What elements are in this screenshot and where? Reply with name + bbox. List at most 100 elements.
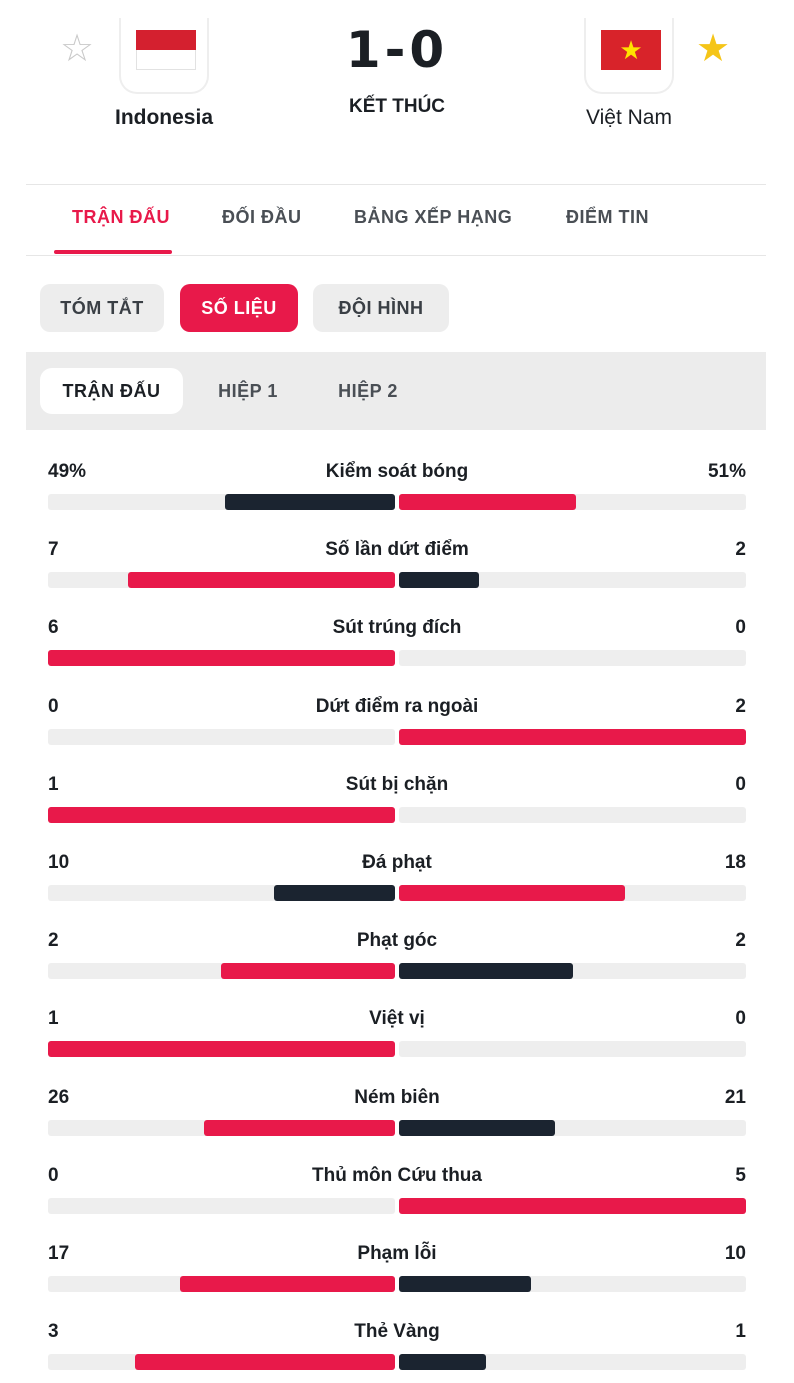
stat-away-bar (399, 1354, 486, 1370)
stat-home-track (48, 572, 395, 588)
stat-away-track (399, 807, 746, 823)
stat-away-track (399, 729, 746, 745)
stat-away-value: 21 (724, 1087, 746, 1108)
stat-label: Việt vị (369, 1008, 425, 1029)
stat-home-track (48, 1276, 395, 1292)
subtab-doi-hinh[interactable]: ĐỘI HÌNH (313, 284, 449, 332)
stat-label: Phạt góc (356, 930, 438, 951)
away-team-logo[interactable]: ★ (584, 18, 674, 94)
stat-away-bar (399, 729, 746, 745)
stat-home-track (48, 963, 395, 979)
stat-away-value: 5 (735, 1165, 746, 1186)
stat-away-bar (399, 572, 479, 588)
home-team-name[interactable]: Indonesia (64, 106, 264, 130)
stat-row: 1 Việt vị 0 (48, 997, 746, 1075)
stat-row: 0 Dứt điểm ra ngoài 2 (48, 685, 746, 763)
stat-away-value: 2 (735, 696, 746, 717)
stat-away-value: 10 (724, 1243, 746, 1264)
indonesia-flag-icon (136, 30, 196, 70)
stat-home-value: 0 (48, 696, 59, 717)
match-status: KẾT THÚC (348, 96, 446, 117)
stat-home-track (48, 1120, 395, 1136)
tab-diem-tin[interactable]: ĐIỂM TIN (566, 207, 649, 228)
match-score: 1-0 (345, 21, 449, 79)
stat-home-value: 26 (48, 1087, 70, 1108)
stat-home-bar (128, 572, 395, 588)
stat-row: 0 Thủ môn Cứu thua 5 (48, 1154, 746, 1232)
stat-home-value: 2 (48, 930, 59, 951)
stat-home-track (48, 729, 395, 745)
tab-bang-xep-hang[interactable]: BẢNG XẾP HẠNG (354, 207, 512, 228)
stat-away-value: 1 (735, 1321, 746, 1342)
stat-home-value: 1 (48, 1008, 59, 1029)
stat-away-track (399, 1276, 746, 1292)
stat-home-bar (135, 1354, 395, 1370)
stat-label: Sút trúng đích (332, 617, 462, 638)
stat-away-track (399, 1120, 746, 1136)
period-tab-hiep-1[interactable]: HIỆP 1 (198, 368, 298, 414)
stat-row: 3 Thẻ Vàng 1 (48, 1310, 746, 1383)
stat-away-value: 2 (735, 930, 746, 951)
tab-tran-dau[interactable]: TRẬN ĐẤU (72, 207, 170, 228)
stat-home-track (48, 1198, 395, 1214)
stat-away-track (399, 494, 746, 510)
stat-home-track (48, 650, 395, 666)
stat-home-value: 1 (48, 774, 59, 795)
stat-row: 26 Ném biên 21 (48, 1076, 746, 1154)
star-outline-icon[interactable]: ☆ (60, 30, 94, 68)
stat-row: 49% Kiểm soát bóng 51% (48, 450, 746, 528)
home-team-logo[interactable] (119, 18, 209, 94)
period-selector: TRẬN ĐẤU HIỆP 1 HIỆP 2 (26, 352, 766, 430)
stat-away-track (399, 1198, 746, 1214)
tabs-divider (26, 255, 766, 256)
stat-home-bar (48, 650, 395, 666)
stat-label: Kiểm soát bóng (325, 461, 469, 482)
stat-away-value: 2 (735, 539, 746, 560)
stat-home-track (48, 1041, 395, 1057)
stat-away-value: 0 (735, 1008, 746, 1029)
stat-home-value: 17 (48, 1243, 70, 1264)
stat-away-track (399, 572, 746, 588)
stat-label: Dứt điểm ra ngoài (315, 696, 479, 717)
stat-row: 17 Phạm lỗi 10 (48, 1232, 746, 1310)
stat-away-track (399, 1041, 746, 1057)
stat-away-bar (399, 494, 576, 510)
stat-home-bar (48, 1041, 395, 1057)
stat-away-bar (399, 1120, 555, 1136)
stat-away-value: 0 (735, 774, 746, 795)
stat-home-value: 10 (48, 852, 70, 873)
stat-home-track (48, 885, 395, 901)
stat-away-track (399, 885, 746, 901)
active-tab-indicator (54, 250, 172, 254)
stat-label: Ném biên (354, 1087, 440, 1108)
stat-row: 10 Đá phạt 18 (48, 841, 746, 919)
stat-away-track (399, 963, 746, 979)
subtab-tom-tat[interactable]: TÓM TẮT (40, 284, 164, 332)
stat-away-bar (399, 1198, 746, 1214)
stat-home-track (48, 1354, 395, 1370)
stat-home-bar (221, 963, 395, 979)
stat-row: 6 Sút trúng đích 0 (48, 606, 746, 684)
period-tab-tran-dau[interactable]: TRẬN ĐẤU (40, 368, 183, 414)
star-filled-icon[interactable]: ★ (696, 30, 730, 68)
subtab-so-lieu[interactable]: SỐ LIỆU (180, 284, 298, 332)
stat-label: Thẻ Vàng (354, 1321, 440, 1342)
stat-away-bar (399, 885, 625, 901)
tab-doi-dau[interactable]: ĐỐI ĐẦU (222, 207, 302, 228)
stat-home-value: 3 (48, 1321, 59, 1342)
stat-home-value: 49% (48, 461, 87, 482)
stat-away-value: 18 (724, 852, 746, 873)
stat-home-value: 0 (48, 1165, 59, 1186)
away-team-name[interactable]: Việt Nam (529, 106, 729, 130)
stat-row: 2 Phạt góc 2 (48, 919, 746, 997)
stat-home-bar (274, 885, 395, 901)
stat-label: Thủ môn Cứu thua (312, 1165, 482, 1186)
stat-label: Phạm lỗi (357, 1243, 437, 1264)
stat-home-value: 7 (48, 539, 59, 560)
stat-home-track (48, 807, 395, 823)
period-tab-hiep-2[interactable]: HIỆP 2 (318, 368, 418, 414)
stat-row: 7 Số lần dứt điểm 2 (48, 528, 746, 606)
stat-home-bar (204, 1120, 395, 1136)
stat-label: Đá phạt (362, 852, 432, 873)
stat-away-track (399, 650, 746, 666)
